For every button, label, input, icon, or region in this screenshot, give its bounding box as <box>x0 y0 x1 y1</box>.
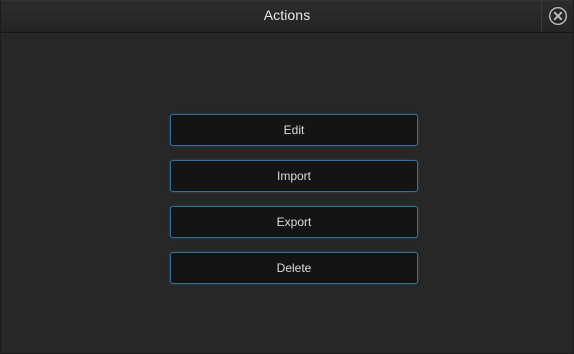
dialog-title: Actions <box>263 7 311 23</box>
import-button[interactable]: Import <box>170 160 418 192</box>
close-icon <box>548 6 567 26</box>
close-button[interactable] <box>541 0 573 32</box>
dialog-titlebar: Actions <box>1 0 573 33</box>
edit-button[interactable]: Edit <box>170 114 418 146</box>
export-button[interactable]: Export <box>170 206 418 238</box>
actions-dialog: Actions Edit Import Export Delete <box>0 0 574 354</box>
delete-button[interactable]: Delete <box>170 252 418 284</box>
action-button-list: Edit Import Export Delete <box>170 114 418 298</box>
